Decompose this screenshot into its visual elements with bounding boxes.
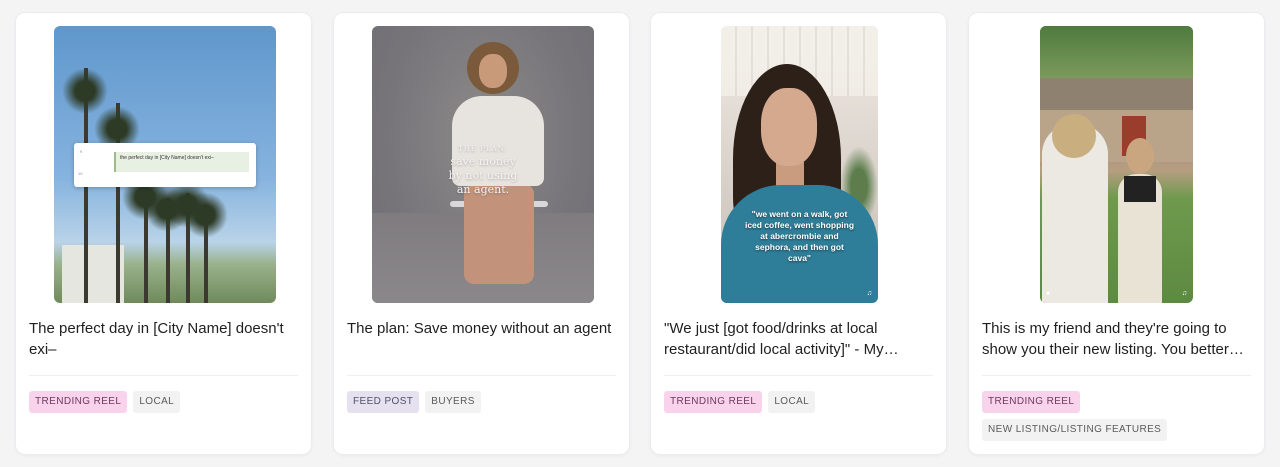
tag-list: TRENDING REEL LOCAL [664,391,933,413]
card-title[interactable]: "We just [got food/drinks at local resta… [664,318,932,360]
divider [347,375,616,376]
person-icon[interactable]: ● [1046,290,1050,297]
popup-event-text: the perfect day in [City Name] doesn't e… [120,155,214,161]
content-card[interactable]: 9 10 the perfect day in [City Name] does… [15,12,312,455]
tag-trending-reel[interactable]: TRENDING REEL [982,391,1081,413]
tag-feed-post[interactable]: FEED POST [347,391,420,413]
thumbnail-overlay-text: THE PLAN: save money by not using an age… [448,145,518,196]
content-card[interactable]: "we went on a walk, got iced coffee, wen… [650,12,947,455]
tag-buyers[interactable]: BUYERS [425,391,481,413]
card-title[interactable]: The perfect day in [City Name] doesn't e… [29,318,297,360]
reel-thumbnail[interactable]: 9 10 the perfect day in [City Name] does… [54,26,276,303]
tag-new-listing[interactable]: NEW LISTING/LISTING FEATURES [982,419,1168,441]
thumbnail-overlay-text: "we went on a walk, got iced coffee, wen… [744,209,855,263]
reel-thumbnail[interactable]: ● ♫ [1040,26,1193,303]
card-title[interactable]: The plan: Save money without an agent [347,318,615,339]
house-image [1040,78,1193,110]
tag-list: TRENDING REEL LOCAL [29,391,298,413]
content-card[interactable]: ● ♫ This is my friend and they're going … [968,12,1265,455]
volume-icon[interactable]: ♫ [1182,290,1187,297]
building-image [62,245,124,303]
tag-local[interactable]: LOCAL [133,391,181,413]
content-card[interactable]: THE PLAN: save money by not using an age… [333,12,630,455]
tag-trending-reel[interactable]: TRENDING REEL [29,391,128,413]
divider [982,375,1251,376]
tag-local[interactable]: LOCAL [768,391,816,413]
calendar-popup: 9 10 the perfect day in [City Name] does… [74,143,256,187]
reel-thumbnail[interactable]: "we went on a walk, got iced coffee, wen… [721,26,878,303]
divider [664,375,933,376]
tag-list: TRENDING REEL NEW LISTING/LISTING FEATUR… [982,391,1182,441]
post-thumbnail[interactable]: THE PLAN: save money by not using an age… [372,26,594,303]
tag-trending-reel[interactable]: TRENDING REEL [664,391,763,413]
divider [29,375,298,376]
tag-list: FEED POST BUYERS [347,391,616,413]
volume-icon[interactable]: ♫ [867,290,872,297]
card-title[interactable]: This is my friend and they're going to s… [982,318,1250,360]
